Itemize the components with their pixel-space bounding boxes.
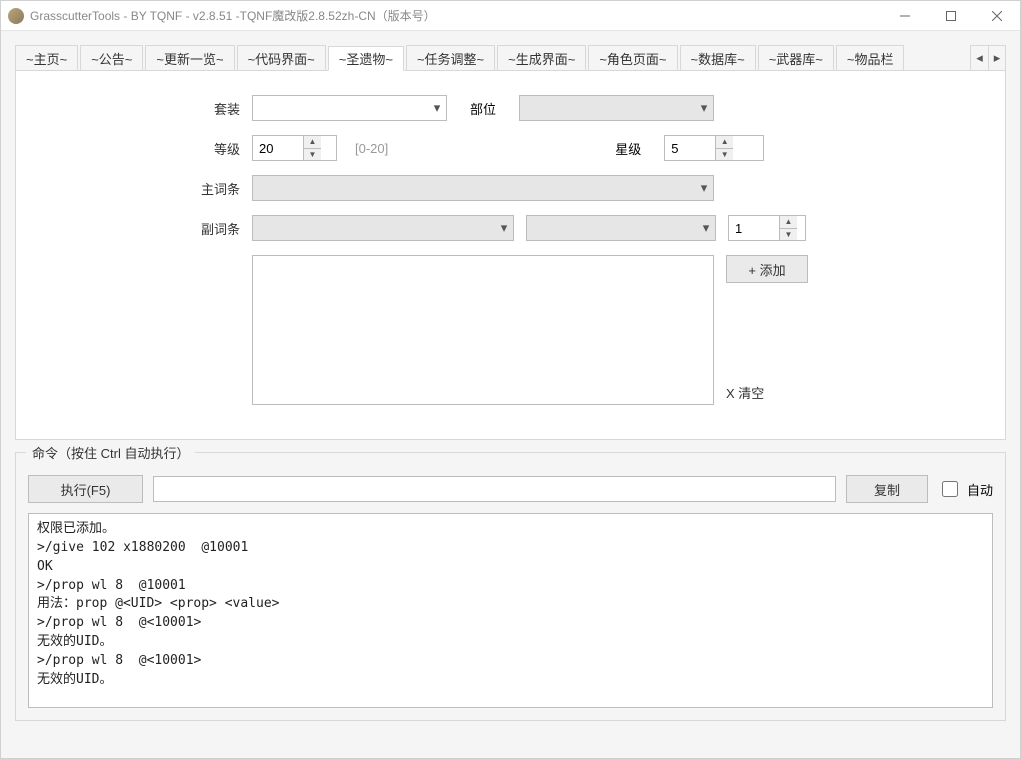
substat-type-dropdown[interactable]: ▾ (252, 215, 514, 241)
star-input[interactable] (665, 136, 715, 160)
auto-checkbox-input[interactable] (942, 481, 958, 497)
tab-7[interactable]: ~角色页面~ (588, 45, 677, 70)
star-up[interactable]: ▲ (716, 136, 733, 148)
tab-3[interactable]: ~代码界面~ (237, 45, 326, 70)
tab-1[interactable]: ~公告~ (80, 45, 143, 70)
add-button[interactable]: + 添加 (726, 255, 808, 283)
tab-8[interactable]: ~数据库~ (680, 45, 756, 70)
slot-dropdown[interactable]: ▾ (519, 95, 714, 121)
tab-0[interactable]: ~主页~ (15, 45, 78, 70)
star-spinner[interactable]: ▲ ▼ (664, 135, 764, 161)
substat-count-input[interactable] (729, 216, 779, 240)
level-up[interactable]: ▲ (304, 136, 321, 148)
tab-scroll-left[interactable]: ◂ (971, 46, 988, 70)
clear-button[interactable]: X 清空 (726, 383, 808, 402)
auto-checkbox[interactable]: 自动 (938, 478, 993, 500)
chevron-down-icon: ▾ (428, 96, 446, 120)
copy-button[interactable]: 复制 (846, 475, 928, 503)
tab-scroll-right[interactable]: ▸ (988, 46, 1005, 70)
mainstat-label: 主词条 (40, 179, 240, 198)
level-input[interactable] (253, 136, 303, 160)
level-spinner[interactable]: ▲ ▼ (252, 135, 337, 161)
tab-6[interactable]: ~生成界面~ (497, 45, 586, 70)
tab-5[interactable]: ~任务调整~ (406, 45, 495, 70)
substat-label: 副词条 (40, 219, 240, 238)
level-down[interactable]: ▼ (304, 148, 321, 161)
level-label: 等级 (40, 139, 240, 158)
substat-list[interactable] (252, 255, 714, 405)
close-button[interactable] (974, 1, 1020, 31)
tab-9[interactable]: ~武器库~ (758, 45, 834, 70)
mainstat-dropdown[interactable]: ▾ (252, 175, 714, 201)
app-icon (8, 8, 24, 24)
maximize-button[interactable] (928, 1, 974, 31)
level-hint: [0-20] (355, 141, 388, 156)
tab-2[interactable]: ~更新一览~ (145, 45, 234, 70)
chevron-down-icon: ▾ (697, 216, 715, 240)
window-title: GrasscutterTools - BY TQNF - v2.8.51 -TQ… (30, 7, 882, 24)
execute-button[interactable]: 执行(F5) (28, 475, 143, 503)
tabstrip: ~主页~~公告~~更新一览~~代码界面~~圣遗物~~任务调整~~生成界面~~角色… (15, 45, 1006, 71)
substat-count-up[interactable]: ▲ (780, 216, 797, 228)
command-legend: 命令（按住 Ctrl 自动执行） (26, 443, 195, 462)
set-label: 套装 (40, 99, 240, 118)
tab-scroll: ◂ ▸ (970, 45, 1006, 70)
command-fieldset: 命令（按住 Ctrl 自动执行） 执行(F5) 复制 自动 权限已添加。 >/g… (15, 452, 1006, 721)
titlebar: GrasscutterTools - BY TQNF - v2.8.51 -TQ… (1, 1, 1020, 31)
artifact-panel: 套装 ▾ 部位 ▾ 等级 ▲ (15, 71, 1006, 440)
console-output[interactable]: 权限已添加。 >/give 102 x1880200 @10001 OK >/p… (28, 513, 993, 708)
substat-count-spinner[interactable]: ▲ ▼ (728, 215, 806, 241)
star-label: 星级 (604, 139, 652, 158)
substat-value-dropdown[interactable]: ▾ (526, 215, 716, 241)
chevron-down-icon: ▾ (495, 216, 513, 240)
tab-10[interactable]: ~物品栏 (836, 45, 905, 70)
tab-4[interactable]: ~圣遗物~ (328, 46, 404, 71)
chevron-down-icon: ▾ (695, 176, 713, 200)
substat-count-down[interactable]: ▼ (780, 228, 797, 241)
chevron-down-icon: ▾ (695, 96, 713, 120)
slot-label: 部位 (459, 99, 507, 118)
star-down[interactable]: ▼ (716, 148, 733, 161)
auto-label: 自动 (967, 480, 993, 499)
minimize-button[interactable] (882, 1, 928, 31)
command-input[interactable] (153, 476, 836, 502)
set-dropdown[interactable]: ▾ (252, 95, 447, 121)
